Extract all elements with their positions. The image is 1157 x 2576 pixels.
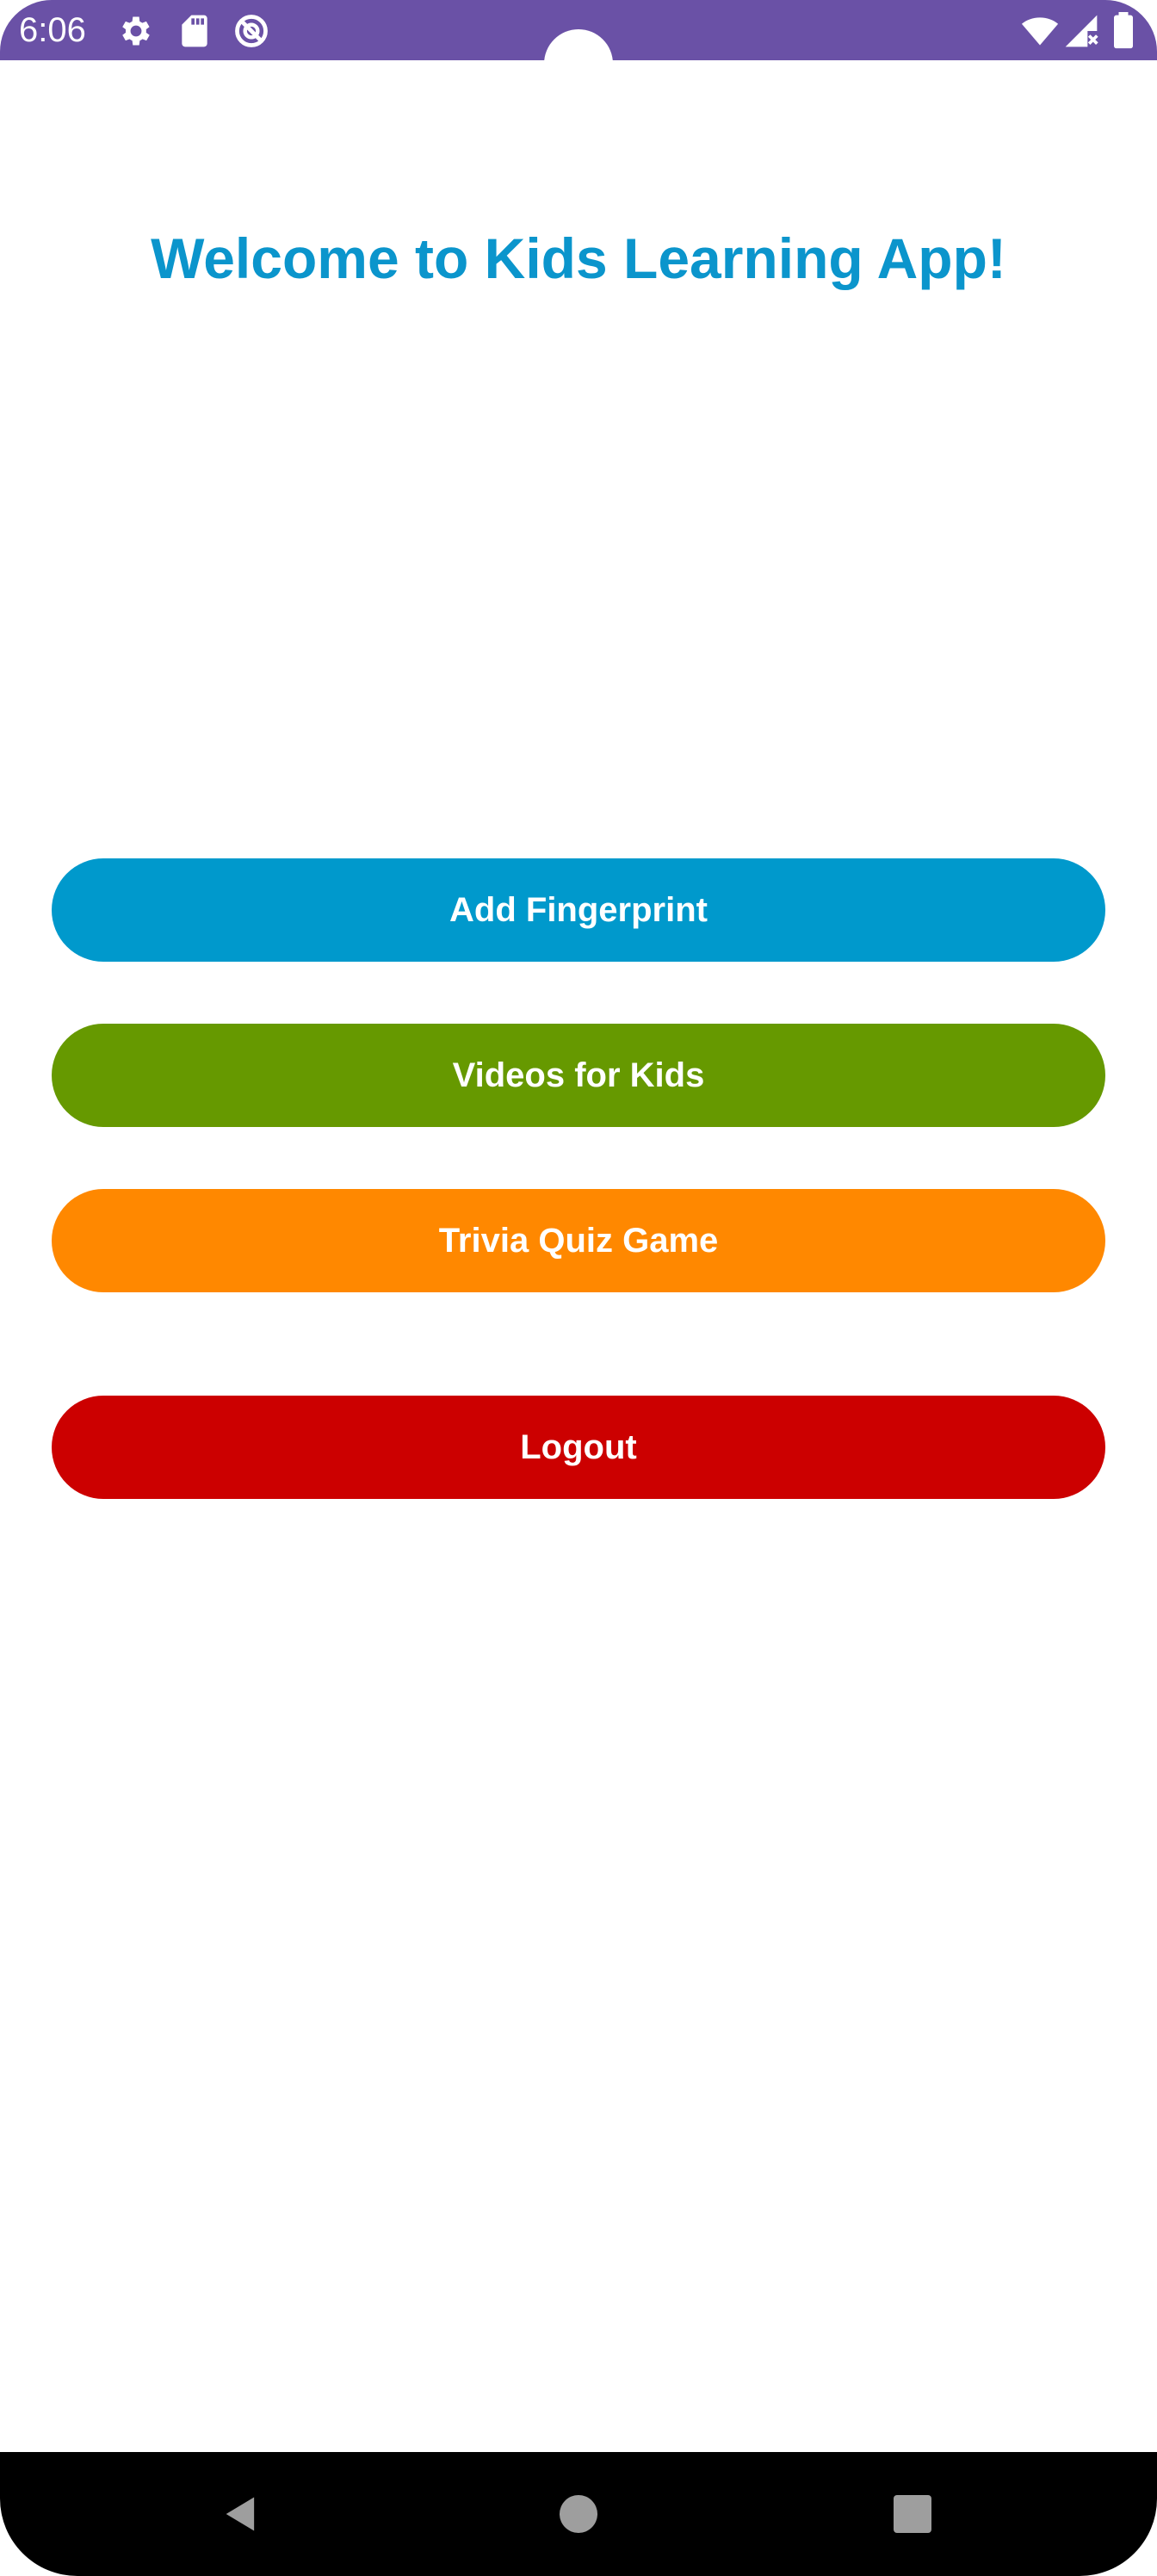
sd-card-icon bbox=[176, 12, 213, 50]
settings-icon bbox=[117, 12, 155, 50]
back-icon[interactable] bbox=[207, 2480, 275, 2548]
camera-cutout bbox=[544, 29, 613, 98]
status-bar: 6:06 bbox=[0, 0, 1157, 98]
signal-icon bbox=[1062, 12, 1100, 50]
battery-icon bbox=[1111, 12, 1136, 50]
status-time: 6:06 bbox=[19, 11, 86, 49]
trivia-quiz-game-button[interactable]: Trivia Quiz Game bbox=[52, 1189, 1105, 1292]
wifi-icon bbox=[1021, 12, 1059, 50]
home-icon[interactable] bbox=[544, 2480, 613, 2548]
recents-icon[interactable] bbox=[878, 2480, 947, 2548]
navigation-bar bbox=[0, 2452, 1157, 2576]
videos-for-kids-button[interactable]: Videos for Kids bbox=[52, 1024, 1105, 1127]
app-screen: 6:06 Welcome to Kids Learning App! Add F… bbox=[0, 0, 1157, 2576]
page-title: Welcome to Kids Learning App! bbox=[151, 226, 1006, 290]
add-fingerprint-button[interactable]: Add Fingerprint bbox=[52, 858, 1105, 962]
logout-button[interactable]: Logout bbox=[52, 1396, 1105, 1499]
do-not-disturb-icon bbox=[232, 12, 270, 50]
